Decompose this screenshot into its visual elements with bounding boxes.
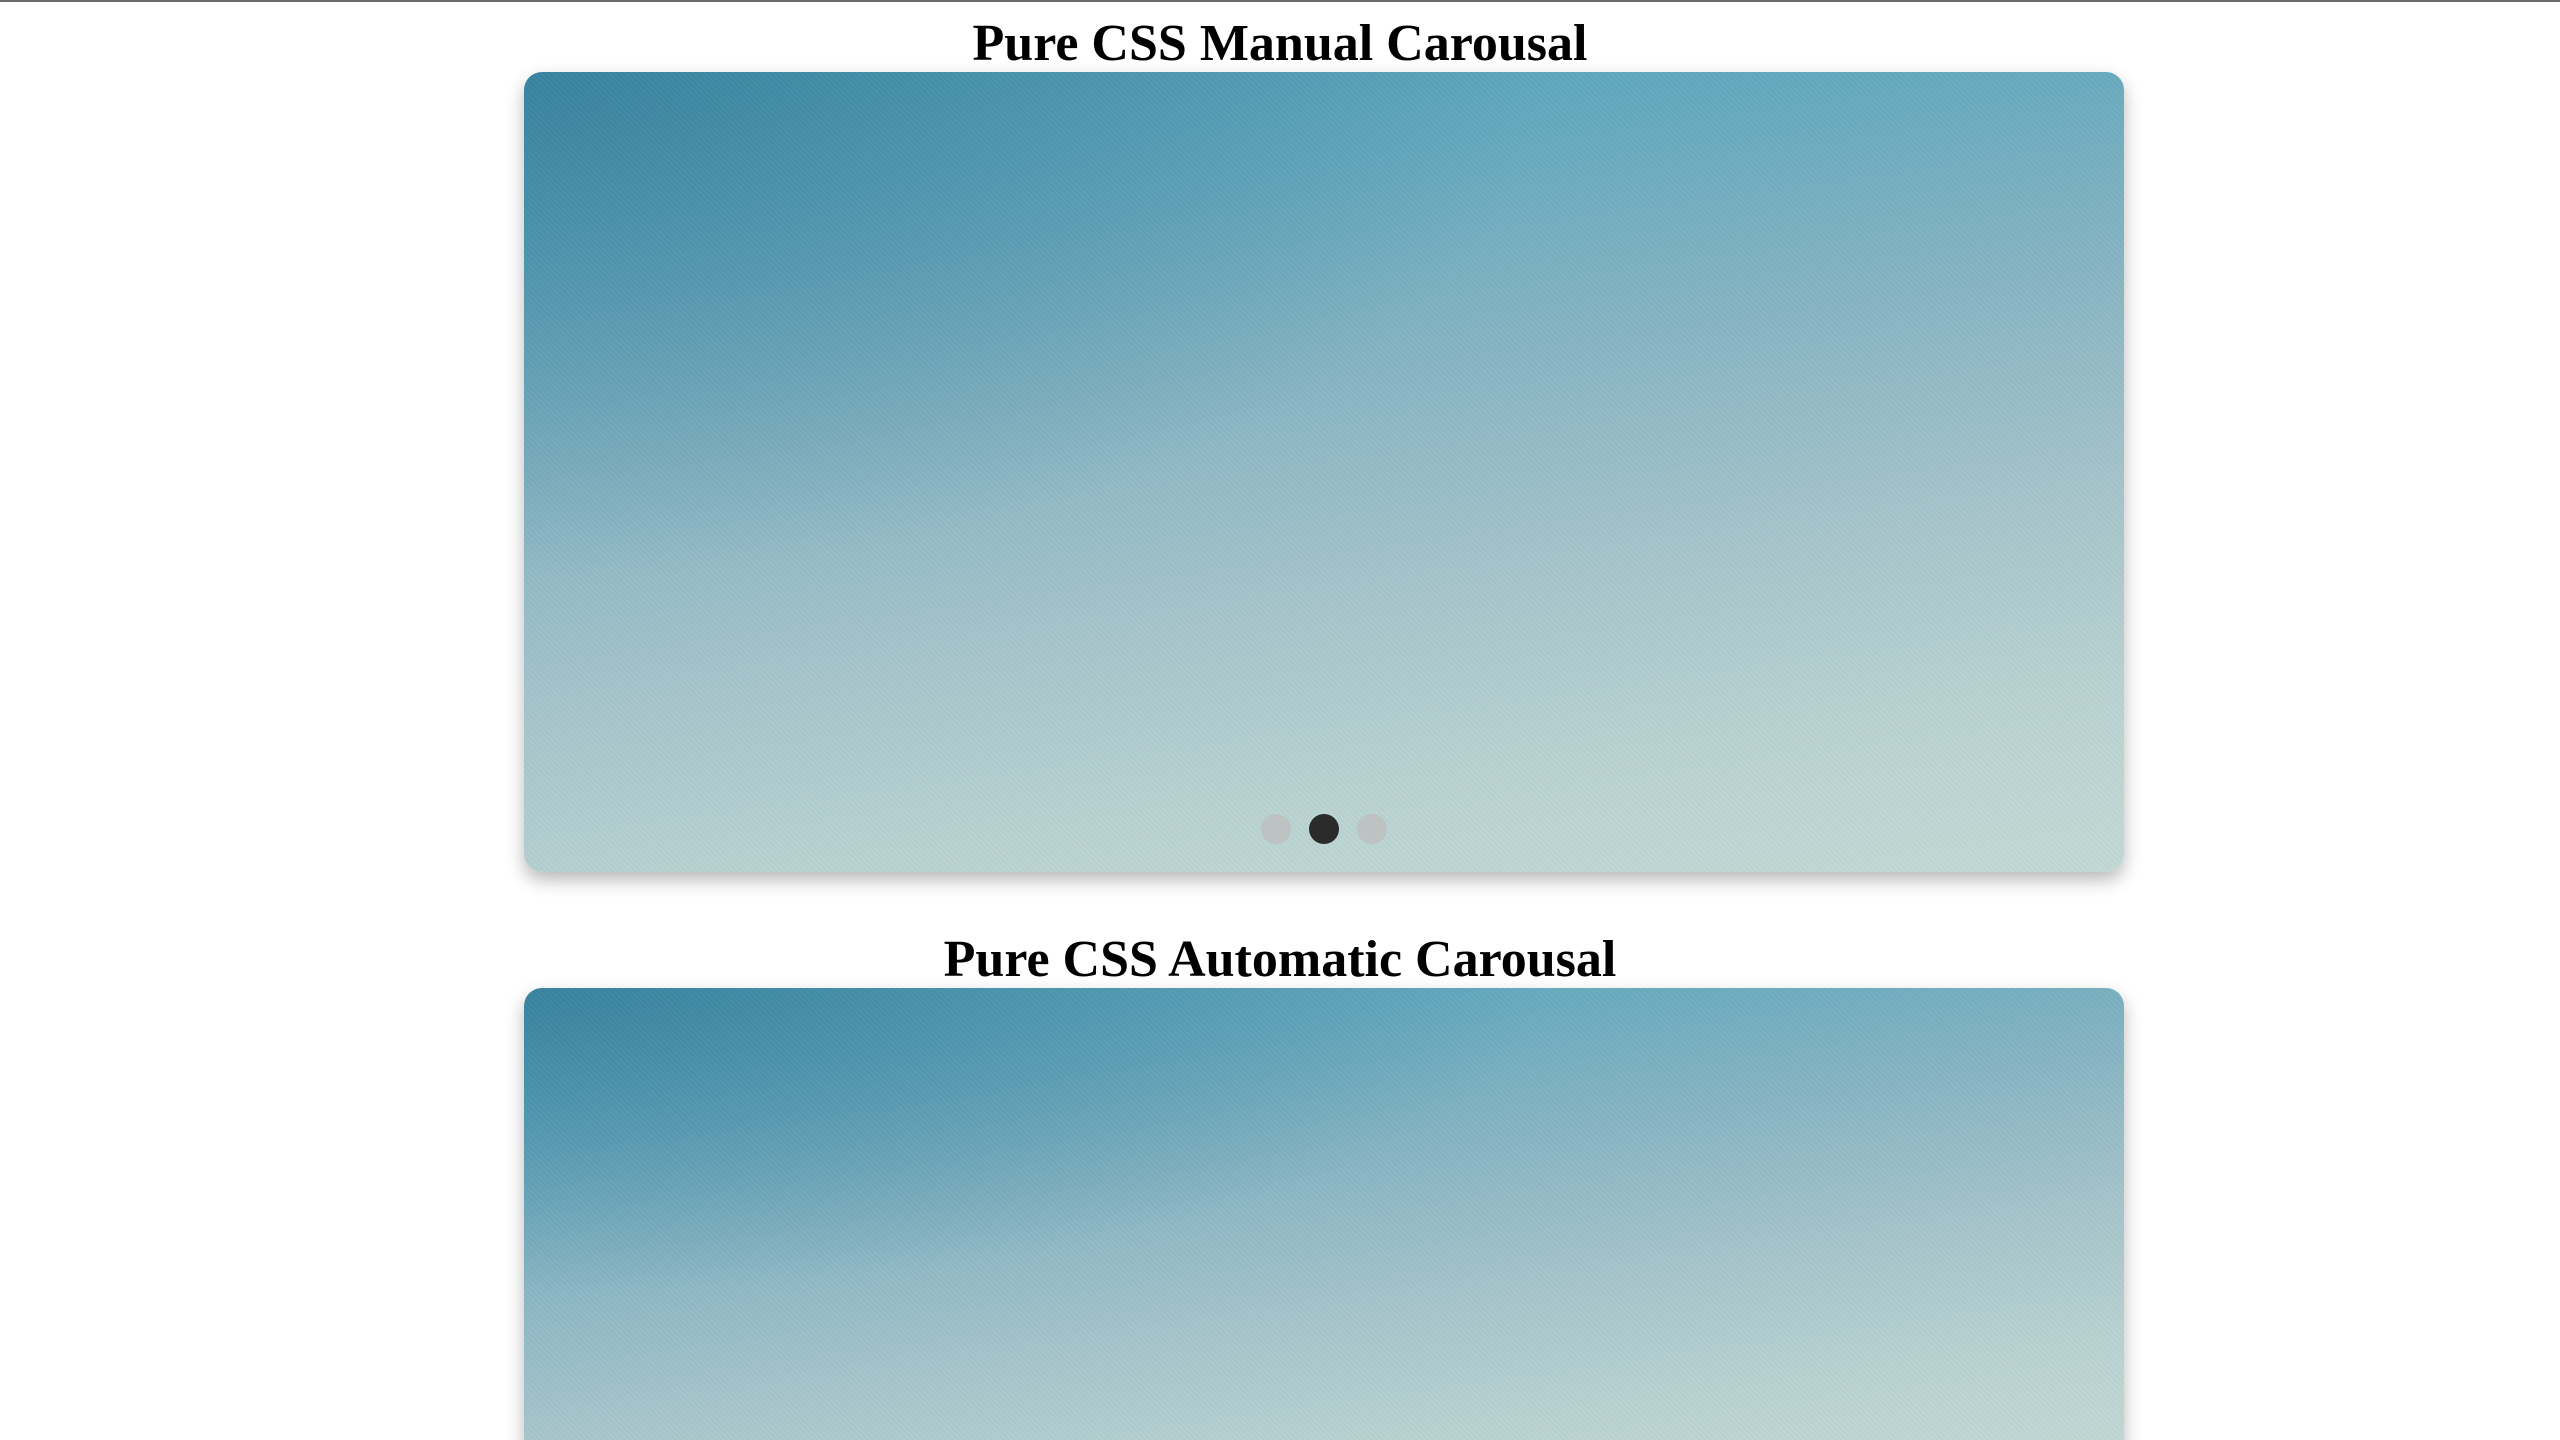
carousel-dot-2[interactable] <box>1309 814 1339 844</box>
manual-carousel-title: Pure CSS Manual Carousal <box>972 15 1588 72</box>
carousel-dot-1[interactable] <box>1261 814 1291 844</box>
manual-carousel <box>524 72 2124 872</box>
automatic-carousel-title: Pure CSS Automatic Carousal <box>943 931 1617 988</box>
carousel-dots <box>524 814 2124 844</box>
top-border <box>0 0 2560 2</box>
carousel-dot-3[interactable] <box>1357 814 1387 844</box>
automatic-carousel <box>524 988 2124 1440</box>
